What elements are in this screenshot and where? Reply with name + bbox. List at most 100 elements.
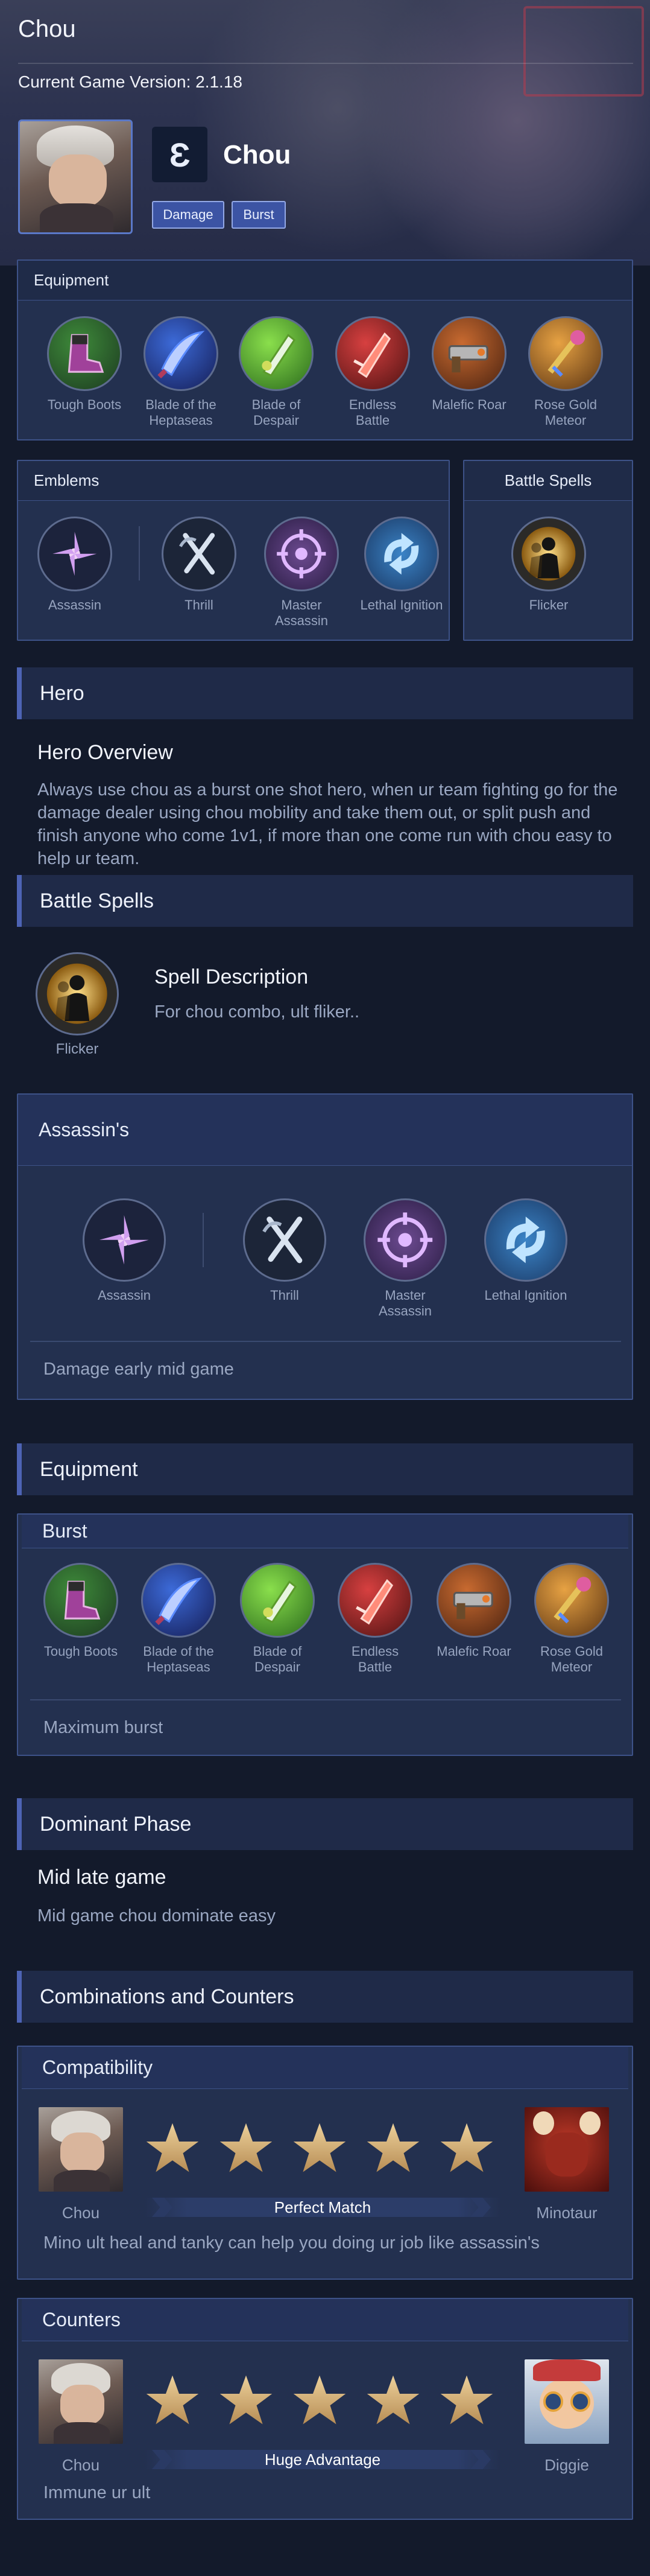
- spell-label: Flicker: [55, 1041, 99, 1057]
- equipment-item[interactable]: Tough Boots: [39, 1563, 123, 1659]
- star-icon: [218, 2120, 274, 2179]
- gun-icon[interactable]: [437, 1563, 511, 1638]
- rating-label: Perfect Match: [145, 2198, 500, 2217]
- item-label: Blade of Despair: [251, 397, 301, 428]
- separator: [139, 526, 140, 580]
- item-label: Master Assassin: [378, 1288, 432, 1318]
- emblem-item[interactable]: Master Assassin: [259, 517, 344, 629]
- equipment-item[interactable]: Tough Boots: [42, 316, 127, 413]
- item-label: Blade of the Heptaseas: [145, 397, 216, 428]
- target-icon[interactable]: [264, 517, 339, 591]
- item-label: Endless Battle: [349, 397, 397, 428]
- right-hero-name: Minotaur: [536, 2204, 598, 2222]
- ignition-icon[interactable]: [364, 517, 439, 591]
- boots-icon[interactable]: [43, 1563, 118, 1638]
- item-label: Tough Boots: [43, 1644, 118, 1659]
- crimson-blade-icon[interactable]: [338, 1563, 412, 1638]
- emblem-panel: Assassin's Damage early mid game Assassi…: [17, 1093, 633, 1400]
- thrill-icon[interactable]: [243, 1198, 326, 1282]
- hero-overview-title: Hero Overview: [37, 741, 173, 764]
- emblem-item[interactable]: Lethal Ignition: [484, 1198, 568, 1303]
- hero-portrait-right[interactable]: [525, 2359, 609, 2444]
- boots-icon[interactable]: [47, 316, 122, 391]
- target-icon[interactable]: [364, 1198, 447, 1282]
- dominant-title: Mid late game: [37, 1866, 166, 1889]
- meteor-icon[interactable]: [534, 1563, 609, 1638]
- ignition-icon[interactable]: [484, 1198, 567, 1282]
- top-emblems-panel: Emblems Assassin Thrill Master Assassin Let…: [17, 460, 450, 641]
- item-label: Lethal Ignition: [484, 1288, 567, 1303]
- item-label: Thrill: [185, 597, 213, 612]
- section-bar-battle-spells: Battle Spells: [17, 875, 633, 927]
- panel-header: Assassin's: [18, 1095, 632, 1166]
- equipment-item[interactable]: Rose Gold Meteor: [523, 316, 608, 428]
- section-bar-combinations: Combinations and Counters: [17, 1971, 633, 2023]
- equipment-item[interactable]: Blade of the Heptaseas: [136, 1563, 221, 1675]
- equipment-item[interactable]: Blade of the Heptaseas: [139, 316, 223, 428]
- equipment-item[interactable]: Endless Battle: [330, 316, 415, 428]
- item-label: Assassin: [97, 1288, 151, 1303]
- hero-portrait-right[interactable]: [525, 2107, 609, 2192]
- emblem-item[interactable]: Thrill: [242, 1198, 327, 1303]
- hero-overview-text: Always use chou as a burst one shot hero…: [37, 780, 618, 868]
- left-hero-name: Chou: [62, 2456, 100, 2474]
- item-label: Blade of Despair: [253, 1644, 302, 1674]
- item-label: Malefic Roar: [437, 1644, 511, 1659]
- item-label: Lethal Ignition: [360, 597, 443, 612]
- hero-portrait-left[interactable]: [39, 2107, 123, 2192]
- equipment-item[interactable]: Blade of Despair: [234, 316, 318, 428]
- star-icon: [218, 2373, 274, 2431]
- sword-icon[interactable]: [144, 316, 218, 391]
- star-icon: [365, 2373, 421, 2431]
- combo-text: Immune ur ult: [43, 2483, 151, 2502]
- counters-panel: Counters Chou Diggie Huge Advantage Immune …: [17, 2298, 633, 2520]
- emblem-item[interactable]: Lethal Ignition: [359, 517, 444, 613]
- left-hero-name: Chou: [62, 2204, 100, 2222]
- spell-description-text: For chou combo, ult fliker..: [154, 1002, 360, 1022]
- hero-portrait-left[interactable]: [39, 2359, 123, 2444]
- page-title: Chou: [18, 16, 76, 42]
- tag-damage[interactable]: Damage: [152, 201, 224, 229]
- star-icon: [145, 2373, 200, 2431]
- meteor-icon[interactable]: [528, 316, 603, 391]
- sword-icon[interactable]: [141, 1563, 216, 1638]
- equipment-item[interactable]: Malefic Roar: [432, 1563, 516, 1659]
- top-equipment-panel: Equipment Tough Boots Blade of the Heptas…: [17, 259, 633, 440]
- star-icon: [145, 2120, 200, 2179]
- thrill-icon[interactable]: [162, 517, 236, 591]
- equipment-item[interactable]: Malefic Roar: [427, 316, 511, 413]
- gun-icon[interactable]: [432, 316, 506, 391]
- separator: [203, 1213, 204, 1267]
- blade-icon[interactable]: [239, 316, 314, 391]
- hero-portrait: [18, 119, 133, 234]
- blade-icon[interactable]: [240, 1563, 315, 1638]
- item-label: Master Assassin: [274, 597, 329, 628]
- emblem-item[interactable]: Master Assassin: [363, 1198, 447, 1319]
- flicker-icon[interactable]: [36, 952, 119, 1035]
- emblem-item[interactable]: Assassin: [82, 1198, 166, 1303]
- dominant-text: Mid game chou dominate easy: [37, 1906, 276, 1926]
- section-bar-equipment: Equipment: [17, 1443, 633, 1495]
- emblem-item[interactable]: Thrill: [157, 517, 241, 613]
- emblem-item[interactable]: Assassin: [33, 517, 117, 613]
- shuriken-icon[interactable]: [37, 517, 112, 591]
- star-icon: [292, 2120, 347, 2179]
- item-label: Malefic Roar: [432, 397, 506, 412]
- item-label: Tough Boots: [47, 397, 122, 412]
- crimson-blade-icon[interactable]: [335, 316, 410, 391]
- spell-item[interactable]: Flicker: [506, 517, 591, 613]
- panel-header: Counters: [22, 2299, 628, 2341]
- star-icon: [365, 2120, 421, 2179]
- equipment-item[interactable]: Blade of Despair: [235, 1563, 320, 1675]
- tag-burst[interactable]: Burst: [232, 201, 286, 229]
- flicker-icon[interactable]: [511, 517, 586, 591]
- hero-name: Chou: [223, 140, 291, 170]
- equipment-item[interactable]: Endless Battle: [333, 1563, 417, 1675]
- right-hero-name: Diggie: [544, 2456, 589, 2474]
- shuriken-icon[interactable]: [83, 1198, 166, 1282]
- panel-header: Compatibility: [22, 2047, 628, 2089]
- equipment-note: Maximum burst: [43, 1718, 163, 1737]
- item-label: Endless Battle: [351, 1644, 399, 1674]
- equipment-item[interactable]: Rose Gold Meteor: [529, 1563, 614, 1675]
- item-label: Rose Gold Meteor: [540, 1644, 603, 1674]
